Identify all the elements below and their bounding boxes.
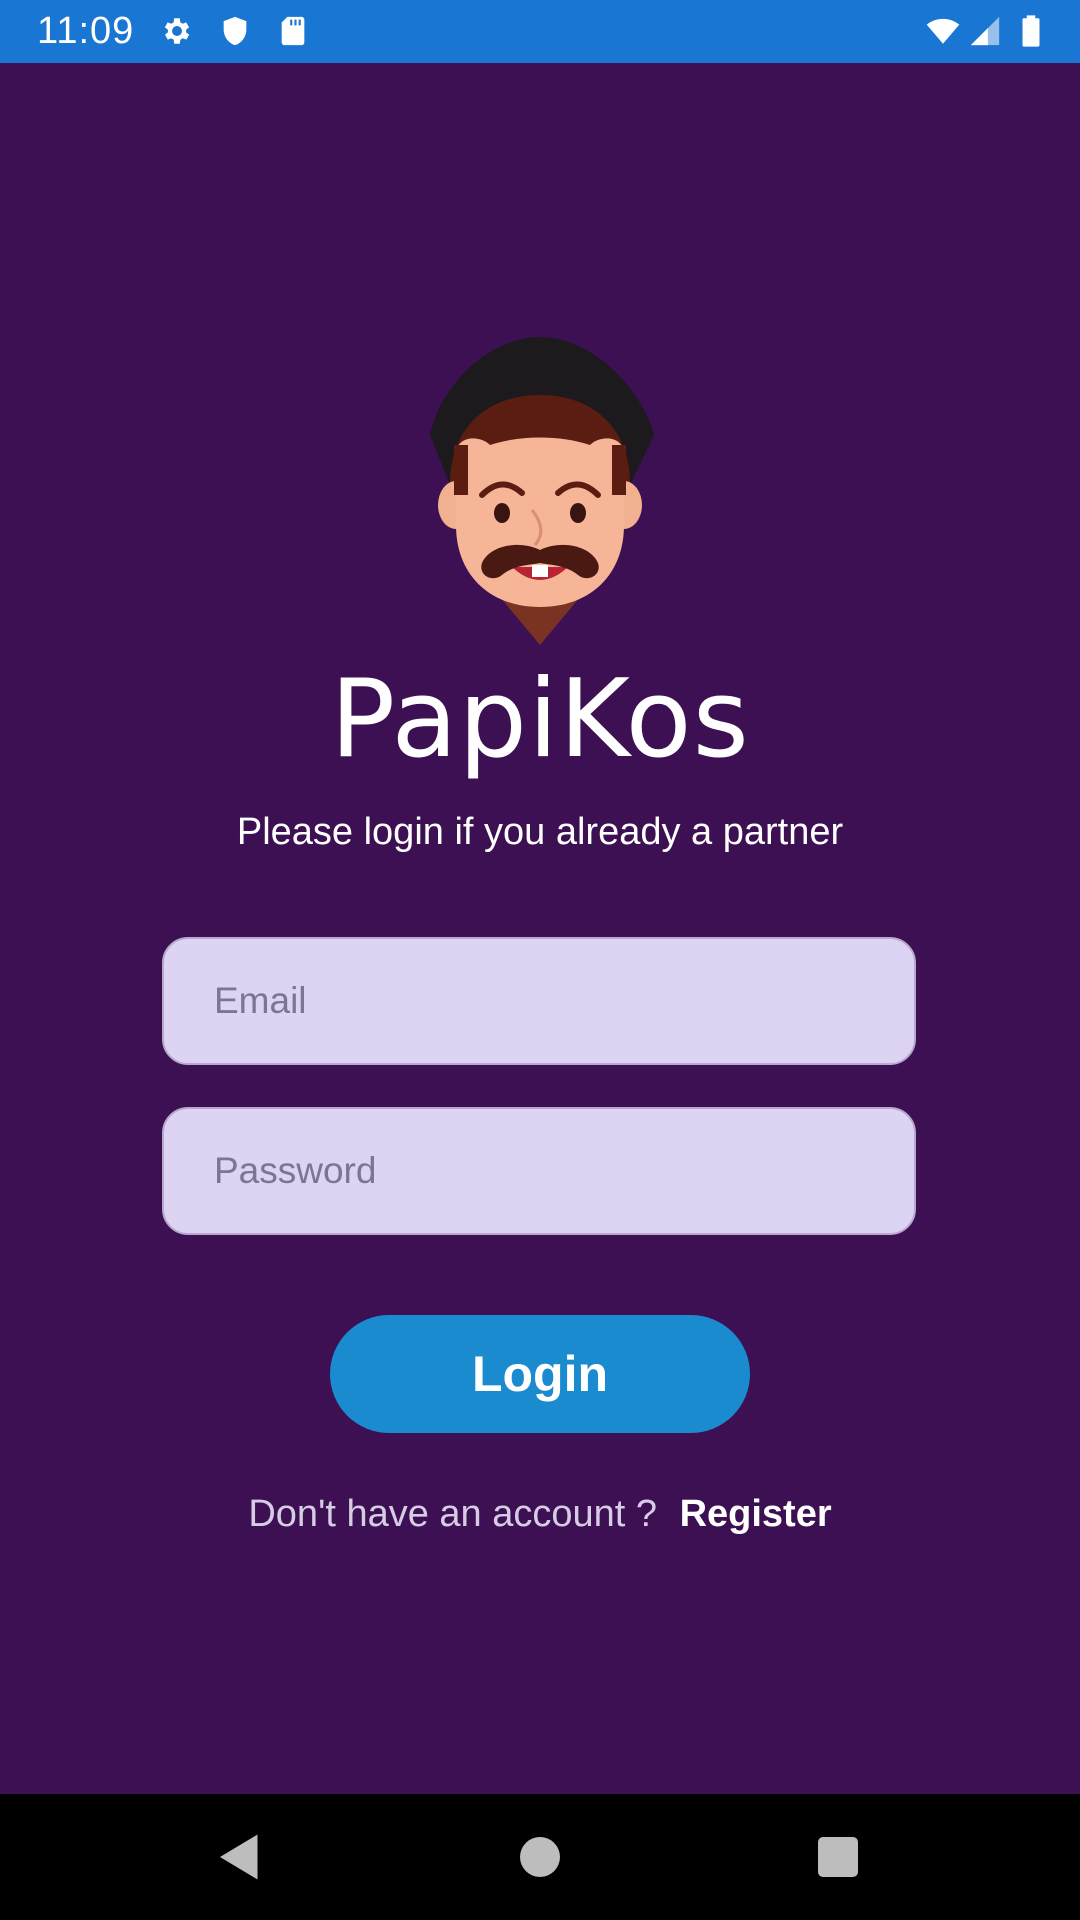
login-screen: 11:09 PapiKos Please login if you alread… bbox=[0, 0, 1080, 1920]
status-time: 11:09 bbox=[37, 10, 135, 52]
recents-icon[interactable] bbox=[808, 1827, 868, 1887]
mascot-logo bbox=[420, 335, 660, 655]
home-icon[interactable] bbox=[510, 1827, 570, 1887]
status-bar: 11:09 bbox=[0, 0, 1080, 63]
gear-icon bbox=[160, 14, 194, 48]
register-link[interactable]: Register bbox=[680, 1493, 832, 1535]
shield-icon bbox=[218, 14, 252, 48]
register-row: Don't have an account ? Register bbox=[0, 1490, 1080, 1538]
signal-icon bbox=[968, 14, 1002, 48]
back-icon[interactable] bbox=[210, 1827, 270, 1887]
battery-icon bbox=[1014, 14, 1048, 48]
wifi-icon bbox=[922, 14, 964, 48]
app-name: PapiKos bbox=[330, 657, 750, 782]
password-field[interactable] bbox=[162, 1107, 916, 1235]
register-prompt: Don't have an account ? bbox=[248, 1493, 658, 1535]
sd-card-icon bbox=[276, 14, 310, 48]
login-subtitle: Please login if you already a partner bbox=[236, 811, 844, 853]
email-field[interactable] bbox=[162, 937, 916, 1065]
navigation-bar bbox=[0, 1794, 1080, 1920]
login-button[interactable]: Login bbox=[330, 1315, 750, 1433]
